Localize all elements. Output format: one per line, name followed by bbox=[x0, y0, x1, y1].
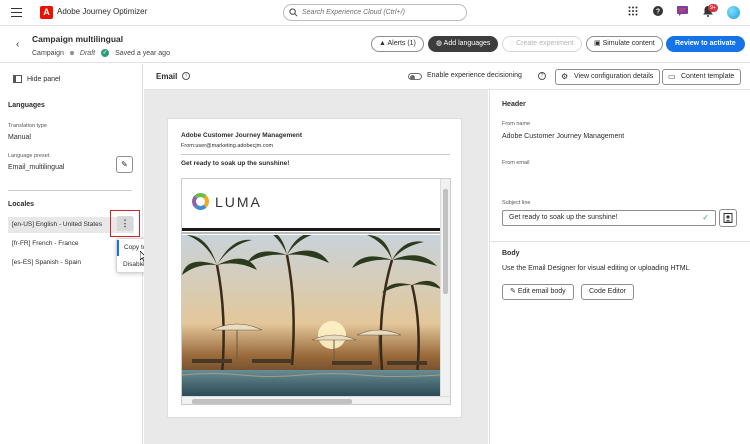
review-to-activate-button[interactable]: Review to activate bbox=[666, 36, 745, 52]
search-placeholder: Search Experience Cloud (Ctrl+/) bbox=[302, 9, 405, 16]
content-template-label: Content template bbox=[681, 73, 735, 80]
help-circle-icon[interactable]: ? bbox=[538, 72, 546, 80]
horizontal-scroll-thumb[interactable] bbox=[192, 399, 352, 404]
from-name-value: Adobe Customer Journey Management bbox=[502, 133, 625, 140]
alert-icon: ▲ bbox=[379, 40, 388, 47]
more-actions-icon[interactable]: ⋮ bbox=[117, 216, 133, 231]
body-section-title: Body bbox=[502, 250, 520, 257]
preview-subject: Get ready to soak up the sunshine! bbox=[181, 160, 290, 167]
properties-panel: Header From name Adobe Customer Journey … bbox=[489, 90, 750, 444]
search-icon bbox=[289, 8, 298, 17]
preview-from-name: Adobe Customer Journey Management bbox=[181, 132, 302, 139]
hide-panel-label: Hide panel bbox=[27, 75, 61, 83]
from-email-label: From email bbox=[502, 160, 530, 166]
section-divider bbox=[490, 241, 750, 242]
edit-email-body-label: Edit email body bbox=[517, 288, 566, 295]
header-bar-thin bbox=[182, 232, 441, 234]
code-editor-button[interactable]: Code Editor bbox=[581, 284, 634, 300]
hide-panel-button[interactable]: Hide panel bbox=[13, 75, 60, 83]
edit-icon: ✎ bbox=[510, 288, 518, 295]
translation-type-label: Translation type bbox=[8, 123, 47, 129]
email-body-frame[interactable]: LUMA bbox=[181, 178, 451, 405]
translation-type-value: Manual bbox=[8, 134, 31, 141]
template-icon: ▭ bbox=[668, 72, 676, 81]
locales-title: Locales bbox=[8, 201, 35, 208]
campaign-meta: Campaign Draft ✓ Saved a year ago bbox=[32, 49, 170, 57]
luma-wordmark: LUMA bbox=[215, 193, 262, 210]
language-preset-label: Language preset bbox=[8, 153, 50, 159]
edit-email-body-button[interactable]: ✎ Edit email body bbox=[502, 284, 574, 300]
app-name: Adobe Journey Optimizer bbox=[57, 7, 148, 16]
luma-logo-icon bbox=[192, 193, 209, 210]
subject-line-label: Subject line bbox=[502, 200, 531, 206]
status-dot-icon bbox=[69, 51, 74, 55]
language-preset-value: Email_multilingual bbox=[8, 164, 65, 171]
beach-hero-image bbox=[182, 235, 441, 396]
preview-vertical-scrollbar[interactable] bbox=[440, 179, 450, 396]
email-preview-card: Adobe Customer Journey Management From:u… bbox=[167, 118, 462, 418]
add-languages-button[interactable]: ◍ Add languages bbox=[428, 36, 499, 52]
view-configuration-label: View configuration details bbox=[574, 73, 654, 80]
alerts-label: Alerts (1) bbox=[387, 40, 416, 47]
simulate-content-label: Simulate content bbox=[602, 40, 655, 47]
preview-from-email: From:user@marketing.adobecjm.com bbox=[181, 143, 274, 149]
create-experiment-button[interactable]: ◌ Create experiment bbox=[502, 36, 582, 52]
simulate-icon: ▣ bbox=[594, 40, 603, 47]
panel-icon bbox=[13, 75, 22, 83]
feedback-icon[interactable] bbox=[677, 6, 688, 16]
experience-decisioning-toggle[interactable] bbox=[408, 73, 422, 80]
saved-status: Saved a year ago bbox=[115, 49, 170, 57]
saved-check-icon: ✓ bbox=[101, 49, 110, 57]
adobe-logo-icon: A bbox=[40, 6, 53, 19]
alerts-button[interactable]: ▲ Alerts (1) bbox=[371, 36, 424, 52]
page-title: Campaign multilingual bbox=[32, 34, 124, 44]
menu-icon[interactable] bbox=[11, 8, 22, 17]
view-configuration-button[interactable]: ⚙ View configuration details bbox=[555, 69, 661, 85]
simulate-content-button[interactable]: ▣ Simulate content bbox=[586, 36, 663, 52]
edit-preset-button[interactable]: ✎ bbox=[116, 156, 133, 173]
add-languages-label: Add languages bbox=[443, 40, 491, 47]
luma-logo: LUMA bbox=[192, 193, 262, 210]
help-icon[interactable]: ? bbox=[653, 6, 663, 16]
experience-decisioning-label: Enable experience decisioning bbox=[427, 72, 522, 79]
search-input[interactable]: Search Experience Cloud (Ctrl+/) bbox=[283, 4, 467, 21]
svg-text:?: ? bbox=[656, 9, 660, 16]
languages-title: Languages bbox=[8, 102, 45, 109]
top-bar: A Adobe Journey Optimizer Search Experie… bbox=[0, 0, 750, 26]
content-title: Email bbox=[156, 72, 178, 81]
body-description: Use the Email Designer for visual editin… bbox=[502, 265, 690, 272]
apps-grid-icon[interactable] bbox=[628, 6, 638, 16]
locale-actions-highlight: ⋮ bbox=[110, 210, 140, 237]
header-bar bbox=[182, 228, 441, 231]
header-section-title: Header bbox=[502, 101, 526, 108]
from-name-label: From name bbox=[502, 121, 531, 127]
avatar[interactable] bbox=[727, 6, 740, 19]
globe-icon: ◍ bbox=[436, 40, 444, 47]
campaign-type: Campaign bbox=[32, 49, 64, 57]
back-arrow-icon[interactable]: ‹ bbox=[16, 39, 19, 50]
personalize-button[interactable] bbox=[719, 209, 737, 227]
valid-check-icon: ✓ bbox=[702, 213, 709, 222]
info-icon[interactable]: i bbox=[182, 72, 190, 80]
content-template-button[interactable]: ▭ Content template bbox=[662, 69, 742, 85]
create-experiment-label: Create experiment bbox=[516, 40, 574, 47]
preview-horizontal-scrollbar[interactable] bbox=[182, 396, 450, 404]
subject-line-value: Get ready to soak up the sunshine! bbox=[509, 214, 618, 221]
content-toolbar: Email i Enable experience decisioning ? … bbox=[144, 64, 750, 90]
config-icon: ⚙ bbox=[561, 72, 569, 81]
vertical-scroll-thumb[interactable] bbox=[443, 189, 448, 294]
pencil-icon: ✎ bbox=[121, 160, 128, 169]
preview-divider bbox=[181, 154, 450, 155]
status-badge: Draft bbox=[79, 49, 96, 57]
subject-line-input[interactable]: Get ready to soak up the sunshine! ✓ bbox=[502, 210, 716, 226]
personalization-icon bbox=[723, 213, 733, 223]
notification-badge: 9+ bbox=[708, 4, 718, 12]
section-divider bbox=[8, 190, 132, 191]
